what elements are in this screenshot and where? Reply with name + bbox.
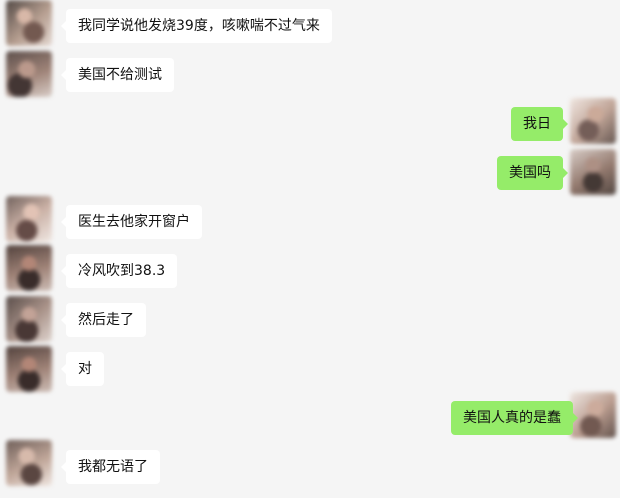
contact-avatar[interactable] <box>6 245 52 291</box>
message-text: 然后走了 <box>78 312 134 328</box>
bubble-tail <box>61 364 66 374</box>
message-text: 我日 <box>523 116 551 132</box>
self-avatar[interactable] <box>570 149 616 195</box>
bubble-tail <box>61 266 66 276</box>
bubble-tail <box>573 413 578 423</box>
bubble-tail <box>61 70 66 80</box>
message-text: 冷风吹到38.3 <box>78 263 166 279</box>
contact-avatar[interactable] <box>6 440 52 486</box>
bubble-tail <box>61 217 66 227</box>
message-bubble[interactable]: 美国吗 <box>497 156 568 190</box>
message-bubble[interactable]: 然后走了 <box>61 303 146 337</box>
chat-area: 我同学说他发烧39度，咳嗽喘不过气来 美国不给测试 我日 美国吗 医生去他家开窗… <box>0 0 620 498</box>
contact-avatar[interactable] <box>6 296 52 342</box>
message-bubble[interactable]: 医生去他家开窗户 <box>61 205 202 239</box>
bubble-tail <box>563 119 568 129</box>
message-text: 我同学说他发烧39度，咳嗽喘不过气来 <box>78 18 320 34</box>
bubble-tail <box>61 315 66 325</box>
contact-avatar[interactable] <box>6 346 52 392</box>
message-bubble[interactable]: 我日 <box>511 107 568 141</box>
bubble-tail <box>563 168 568 178</box>
message-text: 美国吗 <box>509 165 551 181</box>
contact-avatar[interactable] <box>6 0 52 46</box>
message-bubble[interactable]: 我都无语了 <box>61 450 160 484</box>
message-text: 美国人真的是蠢 <box>463 410 561 426</box>
self-avatar[interactable] <box>570 98 616 144</box>
bubble-tail <box>61 21 66 31</box>
contact-avatar[interactable] <box>6 196 52 242</box>
message-bubble[interactable]: 冷风吹到38.3 <box>61 254 178 288</box>
contact-avatar[interactable] <box>6 51 52 97</box>
message-text: 对 <box>78 361 92 377</box>
message-text: 美国不给测试 <box>78 67 162 83</box>
message-bubble[interactable]: 对 <box>61 352 104 386</box>
message-bubble[interactable]: 美国不给测试 <box>61 58 174 92</box>
message-text: 医生去他家开窗户 <box>78 214 190 230</box>
message-bubble[interactable]: 美国人真的是蠢 <box>451 401 578 435</box>
message-bubble[interactable]: 我同学说他发烧39度，咳嗽喘不过气来 <box>61 9 332 43</box>
message-text: 我都无语了 <box>78 459 148 475</box>
bubble-tail <box>61 462 66 472</box>
